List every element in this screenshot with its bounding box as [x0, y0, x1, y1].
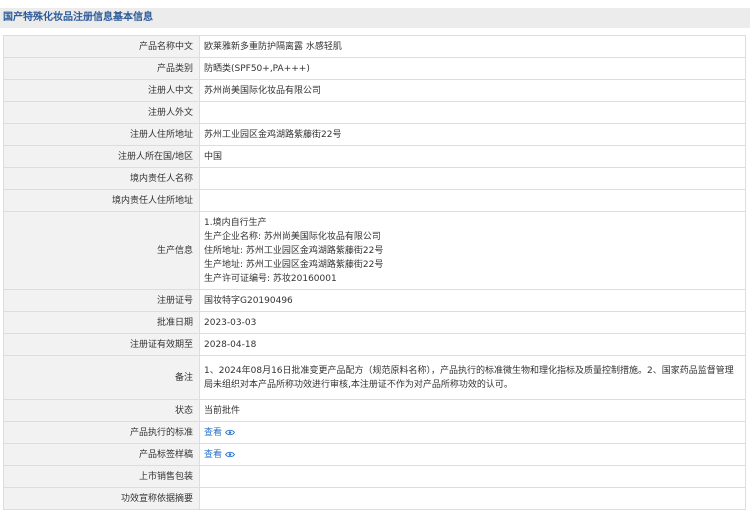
table-row-label-sample: 产品标签样稿 查看: [3, 443, 746, 466]
row-value: 当前批件: [199, 399, 746, 422]
row-label: 生产信息: [3, 211, 200, 290]
row-label: 产品标签样稿: [3, 443, 200, 466]
row-value: [199, 167, 746, 190]
table-row-registrant-cn: 注册人中文 苏州尚美国际化妆品有限公司: [3, 79, 746, 102]
row-label: 注册证号: [3, 289, 200, 312]
view-link-label: 查看: [204, 427, 223, 438]
row-label: 产品类别: [3, 57, 200, 80]
table-row-domestic-rep-address: 境内责任人住所地址: [3, 189, 746, 212]
row-value: 苏州尚美国际化妆品有限公司: [199, 79, 746, 102]
row-label: 注册人外文: [3, 101, 200, 124]
table-row-status: 状态 当前批件: [3, 399, 746, 422]
row-label: 备注: [3, 355, 200, 400]
eye-icon: [225, 429, 235, 435]
table-row-domestic-rep-name: 境内责任人名称: [3, 167, 746, 190]
production-address: 生产地址: 苏州工业园区金鸡湖路紫藤街22号: [204, 259, 384, 270]
table-row-remarks: 备注 1、2024年08月16日批准变更产品配方（规范原料名称），产品执行的标准…: [3, 355, 746, 400]
row-label: 产品执行的标准: [3, 421, 200, 444]
row-label: 状态: [3, 399, 200, 422]
row-label: 境内责任人名称: [3, 167, 200, 190]
production-mode: 1.境内自行生产: [204, 217, 267, 228]
table-row-valid-until: 注册证有效期至 2028-04-18: [3, 333, 746, 356]
view-label-sample-link[interactable]: 查看: [204, 450, 235, 460]
row-value: 查看: [199, 443, 746, 466]
registration-info-page: 国产特殊化妆品注册信息基本信息 产品名称中文 欧莱雅新多重防护隔离露 水感轻肌 …: [0, 0, 750, 512]
row-label: 境内责任人住所地址: [3, 189, 200, 212]
row-value: 中国: [199, 145, 746, 168]
table-row-registrant-address: 注册人住所地址 苏州工业园区金鸡湖路紫藤街22号: [3, 123, 746, 146]
row-value: 2028-04-18: [199, 333, 746, 356]
table-row-product-standard: 产品执行的标准 查看: [3, 421, 746, 444]
row-label: 注册证有效期至: [3, 333, 200, 356]
row-value: [199, 487, 746, 510]
manufacturer-name: 生产企业名称: 苏州尚美国际化妆品有限公司: [204, 231, 381, 242]
table-row-registrant-region: 注册人所在国/地区 中国: [3, 145, 746, 168]
row-label: 上市销售包装: [3, 465, 200, 488]
table-row-product-category: 产品类别 防晒类(SPF50+,PA+++): [3, 57, 746, 80]
row-value: 防晒类(SPF50+,PA+++): [199, 57, 746, 80]
row-label: 产品名称中文: [3, 35, 200, 58]
table-row-market-packaging: 上市销售包装: [3, 465, 746, 488]
view-link-label: 查看: [204, 449, 223, 460]
production-license-no: 生产许可证编号: 苏妆20160001: [204, 273, 337, 284]
production-info-value: 1.境内自行生产 生产企业名称: 苏州尚美国际化妆品有限公司 住所地址: 苏州工…: [199, 211, 746, 290]
row-label: 注册人住所地址: [3, 123, 200, 146]
view-product-standard-link[interactable]: 查看: [204, 428, 235, 438]
registration-info-table: 产品名称中文 欧莱雅新多重防护隔离露 水感轻肌 产品类别 防晒类(SPF50+,…: [3, 35, 746, 510]
row-label: 注册人所在国/地区: [3, 145, 200, 168]
row-value: [199, 101, 746, 124]
row-label: 注册人中文: [3, 79, 200, 102]
table-row-production-info: 生产信息 1.境内自行生产 生产企业名称: 苏州尚美国际化妆品有限公司 住所地址…: [3, 211, 746, 290]
manufacturer-address: 住所地址: 苏州工业园区金鸡湖路紫藤街22号: [204, 245, 384, 256]
eye-icon: [225, 451, 235, 457]
row-value: [199, 189, 746, 212]
remarks-value: 1、2024年08月16日批准变更产品配方（规范原料名称），产品执行的标准微生物…: [199, 355, 746, 400]
page-title: 国产特殊化妆品注册信息基本信息: [0, 8, 750, 28]
row-label: 批准日期: [3, 311, 200, 334]
table-row-registration-no: 注册证号 国妆特字G20190496: [3, 289, 746, 312]
row-value: 查看: [199, 421, 746, 444]
table-row-efficacy-basis: 功效宣称依据摘要: [3, 487, 746, 510]
table-row-product-name-cn: 产品名称中文 欧莱雅新多重防护隔离露 水感轻肌: [3, 35, 746, 58]
row-value: [199, 465, 746, 488]
row-value: 2023-03-03: [199, 311, 746, 334]
row-value: 国妆特字G20190496: [199, 289, 746, 312]
row-value: 欧莱雅新多重防护隔离露 水感轻肌: [199, 35, 746, 58]
table-row-approval-date: 批准日期 2023-03-03: [3, 311, 746, 334]
row-value: 苏州工业园区金鸡湖路紫藤街22号: [199, 123, 746, 146]
table-row-registrant-en: 注册人外文: [3, 101, 746, 124]
row-label: 功效宣称依据摘要: [3, 487, 200, 510]
